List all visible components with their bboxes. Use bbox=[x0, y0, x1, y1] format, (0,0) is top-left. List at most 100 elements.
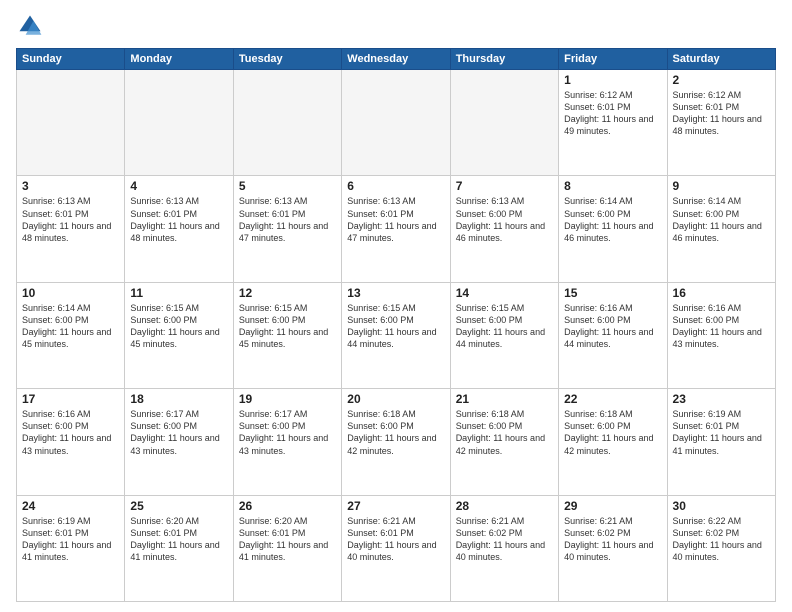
calendar-cell: 21Sunrise: 6:18 AM Sunset: 6:00 PM Dayli… bbox=[450, 389, 558, 495]
cell-info: Sunrise: 6:15 AM Sunset: 6:00 PM Dayligh… bbox=[239, 302, 336, 351]
calendar-cell: 15 Sunrise: 6:16 AM Sunset: 6:00 PM Dayli… bbox=[559, 282, 667, 388]
day-number: 9 bbox=[673, 179, 770, 193]
cell-info: Sunrise: 6:13 AM Sunset: 6:00 PM Dayligh… bbox=[456, 195, 553, 244]
calendar-cell: 3 Sunrise: 6:13 AM Sunset: 6:01 PM Daylig… bbox=[17, 176, 125, 282]
weekday-thursday: Thursday bbox=[450, 49, 558, 70]
calendar-cell: 8 Sunrise: 6:14 AM Sunset: 6:00 PM Daylig… bbox=[559, 176, 667, 282]
day-number: 18 bbox=[130, 392, 227, 406]
cell-info: Sunrise: 6:17 AM Sunset: 6:00 PM Dayligh… bbox=[130, 408, 227, 457]
calendar-cell: 27 Sunrise: 6:21 AM Sunset: 6:01 PM Dayli… bbox=[342, 495, 450, 601]
cell-info: Sunrise: 6:13 AM Sunset: 6:01 PM Dayligh… bbox=[130, 195, 227, 244]
header bbox=[16, 12, 776, 40]
cell-info: Sunrise: 6:17 AM Sunset: 6:00 PM Dayligh… bbox=[239, 408, 336, 457]
calendar-cell: 26 Sunrise: 6:20 AM Sunset: 6:01 PM Dayli… bbox=[233, 495, 341, 601]
cell-info: Sunrise: 6:12 AM Sunset: 6:01 PM Dayligh… bbox=[673, 89, 770, 138]
calendar-cell: 25 Sunrise: 6:20 AM Sunset: 6:01 PM Dayli… bbox=[125, 495, 233, 601]
day-number: 16 bbox=[673, 286, 770, 300]
cell-info: Sunrise: 6:19 AM Sunset: 6:01 PM Dayligh… bbox=[22, 515, 119, 564]
cell-info: Sunrise: 6:13 AM Sunset: 6:01 PM Dayligh… bbox=[347, 195, 444, 244]
cell-info: Sunrise: 6:16 AM Sunset: 6:00 PM Dayligh… bbox=[22, 408, 119, 457]
day-number: 15 bbox=[564, 286, 661, 300]
cell-info: Sunrise: 6:21 AM Sunset: 6:02 PM Dayligh… bbox=[456, 515, 553, 564]
day-number: 30 bbox=[673, 499, 770, 513]
cell-info: Sunrise: 6:15 AM Sunset: 6:00 PM Dayligh… bbox=[130, 302, 227, 351]
calendar-cell: 20 Sunrise: 6:18 AM Sunset: 6:00 PM Dayli… bbox=[342, 389, 450, 495]
day-number: 23 bbox=[673, 392, 770, 406]
cell-info: Sunrise: 6:20 AM Sunset: 6:01 PM Dayligh… bbox=[239, 515, 336, 564]
weekday-monday: Monday bbox=[125, 49, 233, 70]
calendar-cell: 16Sunrise: 6:16 AM Sunset: 6:00 PM Dayli… bbox=[667, 282, 775, 388]
day-number: 7 bbox=[456, 179, 553, 193]
cell-info: Sunrise: 6:15 AM Sunset: 6:00 PM Dayligh… bbox=[347, 302, 444, 351]
calendar-cell: 5 Sunrise: 6:13 AM Sunset: 6:01 PM Daylig… bbox=[233, 176, 341, 282]
calendar-cell: 11Sunrise: 6:15 AM Sunset: 6:00 PM Dayli… bbox=[125, 282, 233, 388]
week-row-3: 17 Sunrise: 6:16 AM Sunset: 6:00 PM Dayli… bbox=[17, 389, 776, 495]
week-row-1: 3 Sunrise: 6:13 AM Sunset: 6:01 PM Daylig… bbox=[17, 176, 776, 282]
day-number: 14 bbox=[456, 286, 553, 300]
day-number: 3 bbox=[22, 179, 119, 193]
calendar-cell: 4 Sunrise: 6:13 AM Sunset: 6:01 PM Daylig… bbox=[125, 176, 233, 282]
cell-info: Sunrise: 6:21 AM Sunset: 6:02 PM Dayligh… bbox=[564, 515, 661, 564]
logo bbox=[16, 12, 48, 40]
calendar-cell: 6 Sunrise: 6:13 AM Sunset: 6:01 PM Daylig… bbox=[342, 176, 450, 282]
cell-info: Sunrise: 6:13 AM Sunset: 6:01 PM Dayligh… bbox=[22, 195, 119, 244]
day-number: 6 bbox=[347, 179, 444, 193]
cell-info: Sunrise: 6:21 AM Sunset: 6:01 PM Dayligh… bbox=[347, 515, 444, 564]
day-number: 27 bbox=[347, 499, 444, 513]
day-number: 5 bbox=[239, 179, 336, 193]
weekday-saturday: Saturday bbox=[667, 49, 775, 70]
day-number: 25 bbox=[130, 499, 227, 513]
week-row-0: 1 Sunrise: 6:12 AM Sunset: 6:01 PM Daylig… bbox=[17, 70, 776, 176]
cell-info: Sunrise: 6:19 AM Sunset: 6:01 PM Dayligh… bbox=[673, 408, 770, 457]
weekday-wednesday: Wednesday bbox=[342, 49, 450, 70]
cell-info: Sunrise: 6:16 AM Sunset: 6:00 PM Dayligh… bbox=[564, 302, 661, 351]
calendar-cell: 12 Sunrise: 6:15 AM Sunset: 6:00 PM Dayli… bbox=[233, 282, 341, 388]
calendar-cell: 22Sunrise: 6:18 AM Sunset: 6:00 PM Dayli… bbox=[559, 389, 667, 495]
logo-icon bbox=[16, 12, 44, 40]
calendar-cell bbox=[450, 70, 558, 176]
calendar-cell: 10 Sunrise: 6:14 AM Sunset: 6:00 PM Dayli… bbox=[17, 282, 125, 388]
calendar-cell: 1 Sunrise: 6:12 AM Sunset: 6:01 PM Daylig… bbox=[559, 70, 667, 176]
week-row-2: 10 Sunrise: 6:14 AM Sunset: 6:00 PM Dayli… bbox=[17, 282, 776, 388]
calendar-cell: 14Sunrise: 6:15 AM Sunset: 6:00 PM Dayli… bbox=[450, 282, 558, 388]
calendar-cell bbox=[17, 70, 125, 176]
day-number: 1 bbox=[564, 73, 661, 87]
day-number: 29 bbox=[564, 499, 661, 513]
calendar-cell: 18 Sunrise: 6:17 AM Sunset: 6:00 PM Dayli… bbox=[125, 389, 233, 495]
page: SundayMondayTuesdayWednesdayThursdayFrid… bbox=[0, 0, 792, 612]
week-row-4: 24Sunrise: 6:19 AM Sunset: 6:01 PM Dayli… bbox=[17, 495, 776, 601]
day-number: 22 bbox=[564, 392, 661, 406]
cell-info: Sunrise: 6:22 AM Sunset: 6:02 PM Dayligh… bbox=[673, 515, 770, 564]
calendar-cell: 7 Sunrise: 6:13 AM Sunset: 6:00 PM Daylig… bbox=[450, 176, 558, 282]
day-number: 12 bbox=[239, 286, 336, 300]
day-number: 4 bbox=[130, 179, 227, 193]
cell-info: Sunrise: 6:18 AM Sunset: 6:00 PM Dayligh… bbox=[347, 408, 444, 457]
day-number: 8 bbox=[564, 179, 661, 193]
day-number: 28 bbox=[456, 499, 553, 513]
calendar-cell: 2 Sunrise: 6:12 AM Sunset: 6:01 PM Daylig… bbox=[667, 70, 775, 176]
calendar-cell: 13 Sunrise: 6:15 AM Sunset: 6:00 PM Dayli… bbox=[342, 282, 450, 388]
calendar-cell: 24Sunrise: 6:19 AM Sunset: 6:01 PM Dayli… bbox=[17, 495, 125, 601]
calendar-cell: 28 Sunrise: 6:21 AM Sunset: 6:02 PM Dayli… bbox=[450, 495, 558, 601]
cell-info: Sunrise: 6:20 AM Sunset: 6:01 PM Dayligh… bbox=[130, 515, 227, 564]
cell-info: Sunrise: 6:14 AM Sunset: 6:00 PM Dayligh… bbox=[673, 195, 770, 244]
day-number: 10 bbox=[22, 286, 119, 300]
day-number: 13 bbox=[347, 286, 444, 300]
cell-info: Sunrise: 6:12 AM Sunset: 6:01 PM Dayligh… bbox=[564, 89, 661, 138]
cell-info: Sunrise: 6:14 AM Sunset: 6:00 PM Dayligh… bbox=[22, 302, 119, 351]
day-number: 26 bbox=[239, 499, 336, 513]
calendar-cell: 19Sunrise: 6:17 AM Sunset: 6:00 PM Dayli… bbox=[233, 389, 341, 495]
calendar-cell: 9 Sunrise: 6:14 AM Sunset: 6:00 PM Daylig… bbox=[667, 176, 775, 282]
calendar-cell bbox=[233, 70, 341, 176]
cell-info: Sunrise: 6:13 AM Sunset: 6:01 PM Dayligh… bbox=[239, 195, 336, 244]
day-number: 21 bbox=[456, 392, 553, 406]
weekday-header-row: SundayMondayTuesdayWednesdayThursdayFrid… bbox=[17, 49, 776, 70]
calendar-table: SundayMondayTuesdayWednesdayThursdayFrid… bbox=[16, 48, 776, 602]
day-number: 20 bbox=[347, 392, 444, 406]
day-number: 2 bbox=[673, 73, 770, 87]
calendar-cell: 23 Sunrise: 6:19 AM Sunset: 6:01 PM Dayli… bbox=[667, 389, 775, 495]
calendar-cell: 30 Sunrise: 6:22 AM Sunset: 6:02 PM Dayli… bbox=[667, 495, 775, 601]
day-number: 17 bbox=[22, 392, 119, 406]
weekday-tuesday: Tuesday bbox=[233, 49, 341, 70]
cell-info: Sunrise: 6:14 AM Sunset: 6:00 PM Dayligh… bbox=[564, 195, 661, 244]
